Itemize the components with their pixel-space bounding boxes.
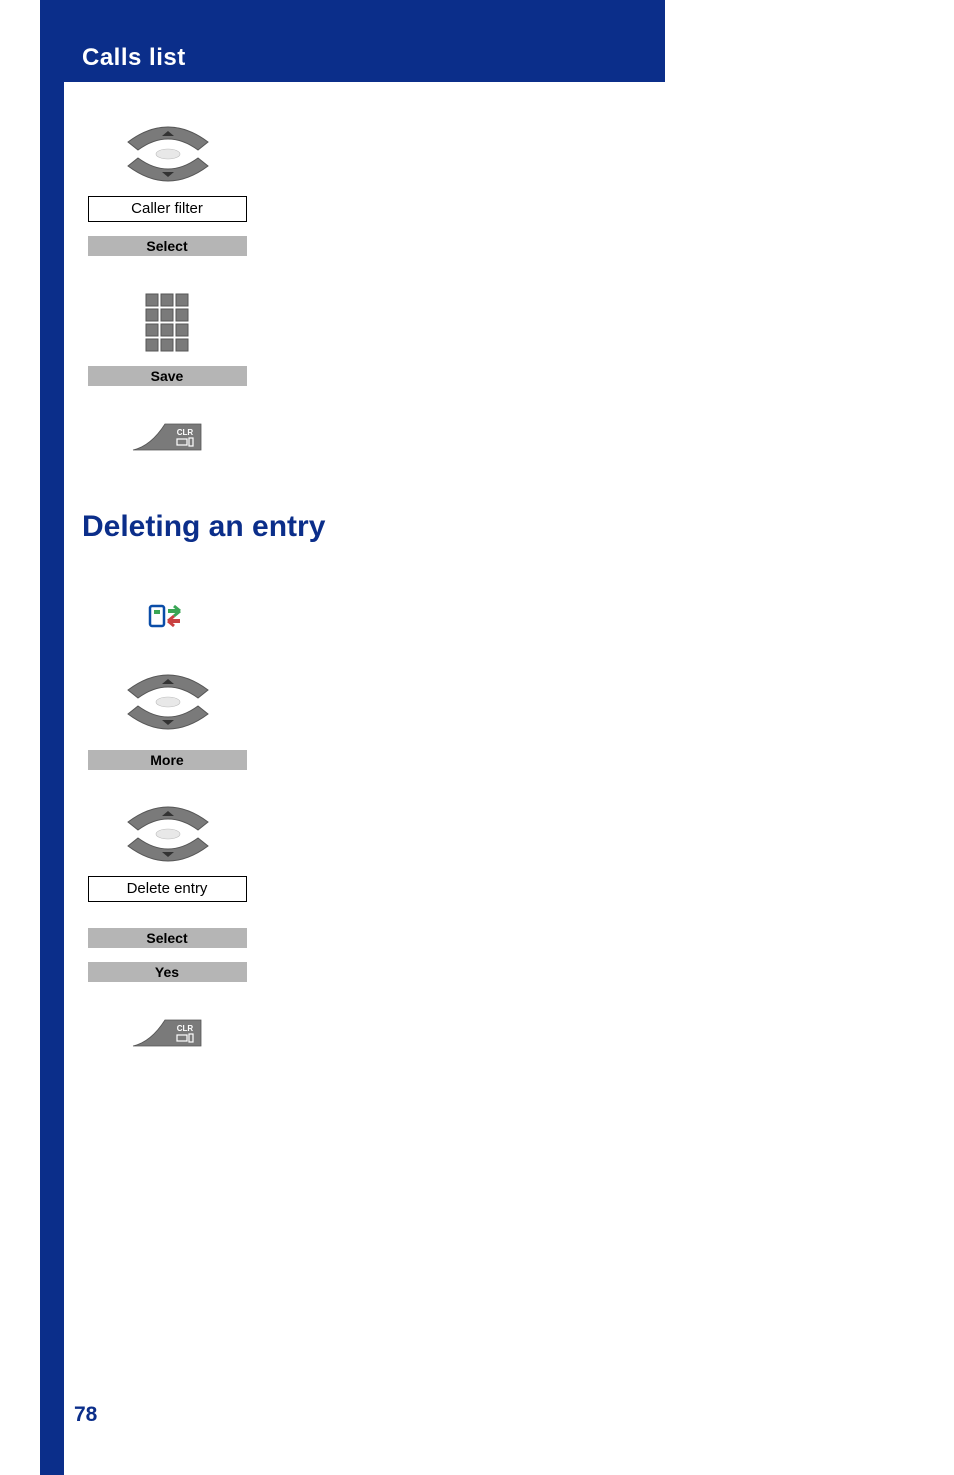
page-number: 78 [74, 1403, 97, 1427]
calls-list-icon [148, 602, 184, 630]
clr-key-icon: CLR [131, 1012, 203, 1048]
section-heading-deleting: Deleting an entry [82, 510, 642, 544]
content-area: Caller filter Select Save [82, 120, 642, 1048]
caller-filter-display: Caller filter [88, 196, 247, 222]
filter-steps: Caller filter Select Save [82, 120, 252, 452]
delete-entry-display: Delete entry [88, 876, 247, 902]
save-button[interactable]: Save [88, 366, 247, 386]
clr-key-icon: CLR [131, 416, 203, 452]
nav-rocker-icon [120, 800, 215, 868]
yes-button[interactable]: Yes [88, 962, 247, 982]
select-button[interactable]: Select [88, 236, 247, 256]
more-button[interactable]: More [88, 750, 247, 770]
select-button[interactable]: Select [88, 928, 247, 948]
clr-label: CLR [177, 1024, 194, 1033]
clr-label: CLR [177, 428, 194, 437]
delete-steps: More Delete entry Select Yes CLR [82, 668, 252, 1048]
nav-rocker-icon [120, 120, 215, 188]
nav-rocker-icon [120, 668, 215, 736]
left-margin-bar [40, 0, 64, 1475]
keypad-icon [144, 292, 190, 352]
page-title: Calls list [82, 44, 186, 72]
